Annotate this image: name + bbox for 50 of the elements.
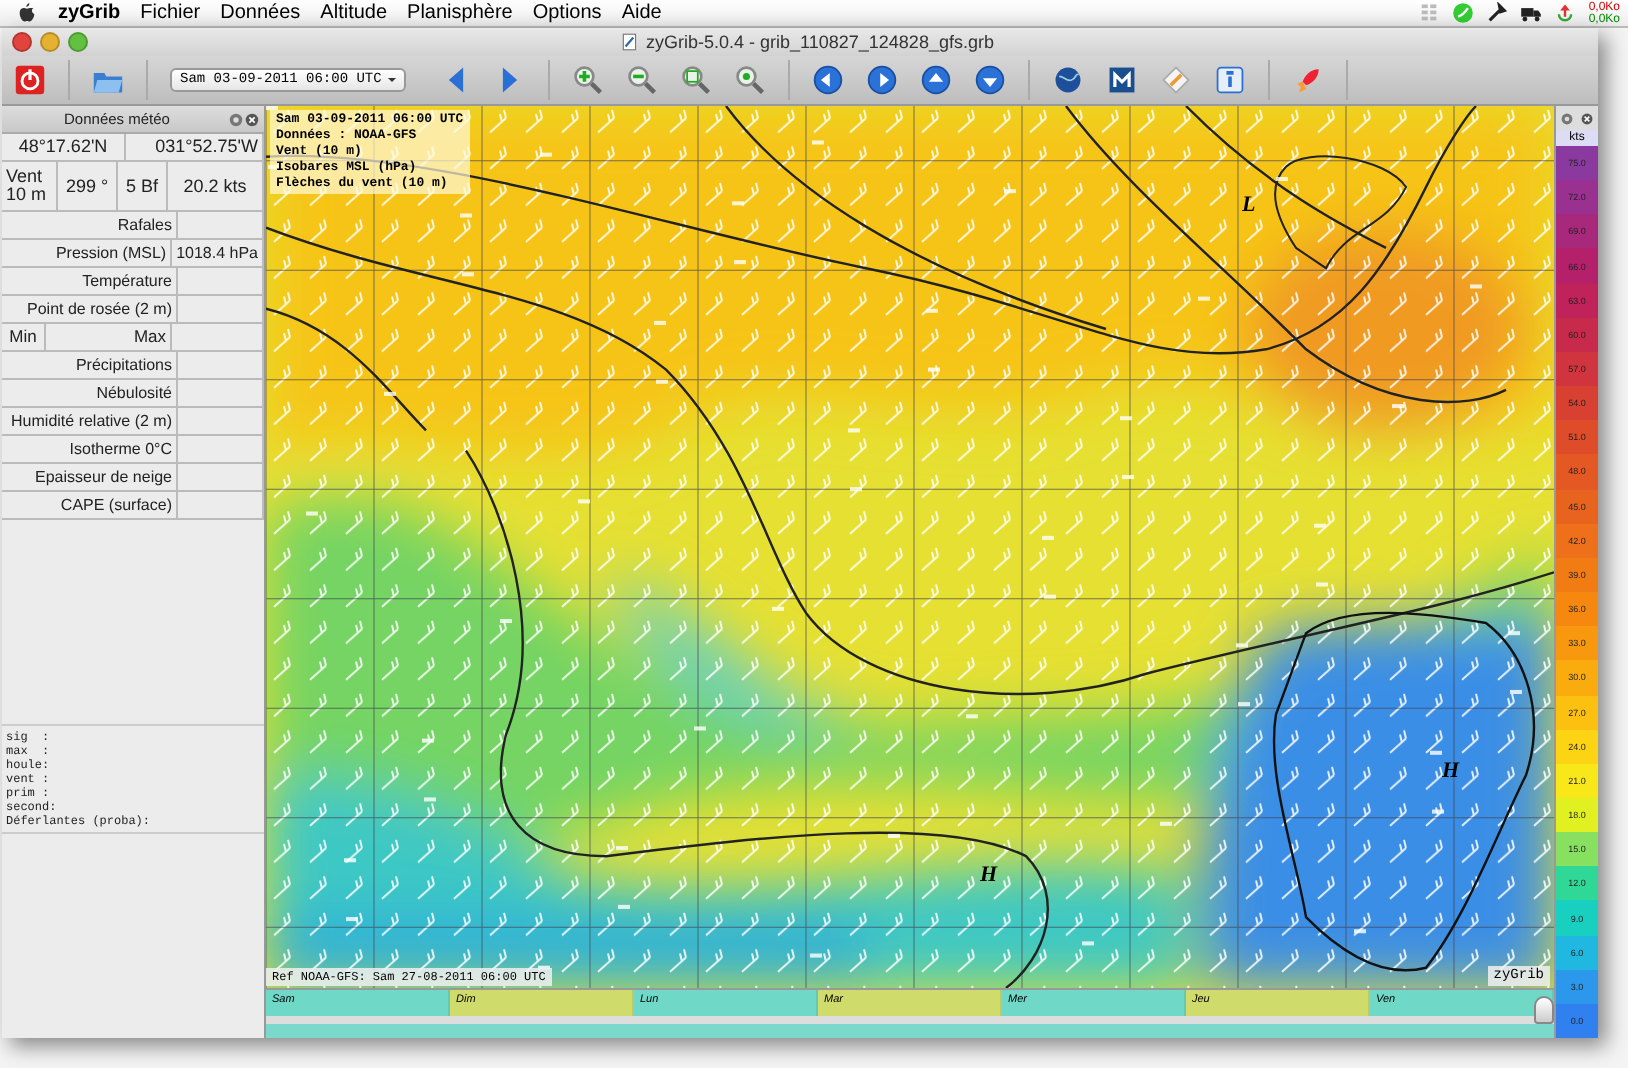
field-label: Humidité relative (2 m)	[2, 408, 178, 434]
tools-icon[interactable]	[1486, 2, 1509, 24]
pressure-center-label: L	[1242, 193, 1256, 218]
zoom-in-icon[interactable]	[572, 64, 604, 96]
wind-value: 20.2 kts	[168, 162, 264, 210]
field-label: Nébulosité	[2, 380, 178, 406]
menu-item[interactable]: Aide	[621, 2, 662, 24]
field-label: Précipitations	[2, 352, 178, 378]
window-title: zyGrib-5.0.4 - grib_110827_124828_gfs.grb	[646, 32, 994, 52]
menu-item[interactable]: Altitude	[320, 2, 388, 24]
field-label: CAPE (surface)	[2, 492, 178, 518]
info-icon[interactable]	[1214, 64, 1246, 96]
document-icon	[620, 32, 641, 52]
wind-label: Vent 10 m	[2, 162, 58, 210]
close-icon[interactable]	[1580, 111, 1595, 125]
longitude-cell: 031°52.75'W	[126, 134, 264, 160]
slider-thumb[interactable]	[1534, 996, 1554, 1024]
zoom-fit-icon[interactable]	[680, 64, 712, 96]
menu-item[interactable]: Données	[220, 2, 301, 24]
field-label: Isotherme 0°C	[2, 436, 178, 462]
zoom-out-icon[interactable]	[626, 64, 658, 96]
m-icon[interactable]	[1106, 64, 1138, 96]
globe-icon[interactable]	[1052, 64, 1084, 96]
wind-value: 5 Bf	[118, 162, 168, 210]
close-icon[interactable]	[244, 111, 260, 127]
power-button-icon[interactable]	[14, 64, 46, 96]
wind-value: 299 °	[58, 162, 118, 210]
apple-icon[interactable]	[16, 2, 38, 24]
detach-icon[interactable]	[228, 111, 244, 127]
zoom-select-icon[interactable]	[734, 64, 766, 96]
pressure-center-label: H	[980, 862, 998, 887]
pressure-center-label: H	[1442, 759, 1460, 784]
field-label: Point de rosée (2 m)	[2, 296, 178, 322]
menu-item[interactable]: Planisphère	[407, 2, 513, 24]
menu-item[interactable]: Options	[532, 2, 602, 24]
rocket-icon[interactable]	[1292, 64, 1324, 96]
field-label: Min	[2, 324, 46, 350]
field-label: Rafales	[2, 212, 178, 238]
truck-icon[interactable]	[1520, 2, 1543, 24]
app-menu[interactable]: zyGrib	[58, 2, 121, 24]
latitude-cell: 48°17.62'N	[2, 134, 126, 160]
field-label: Max	[46, 324, 172, 350]
field-label: Température	[2, 268, 178, 294]
close-button[interactable]	[12, 32, 32, 52]
menu-item[interactable]: Fichier	[140, 2, 201, 24]
zoom-button[interactable]	[68, 32, 88, 52]
field-value: 1018.4 hPa	[172, 240, 264, 266]
field-label: Epaisseur de neige	[2, 464, 178, 490]
field-label: Pression (MSL)	[2, 240, 173, 266]
detach-icon[interactable]	[1559, 111, 1574, 125]
